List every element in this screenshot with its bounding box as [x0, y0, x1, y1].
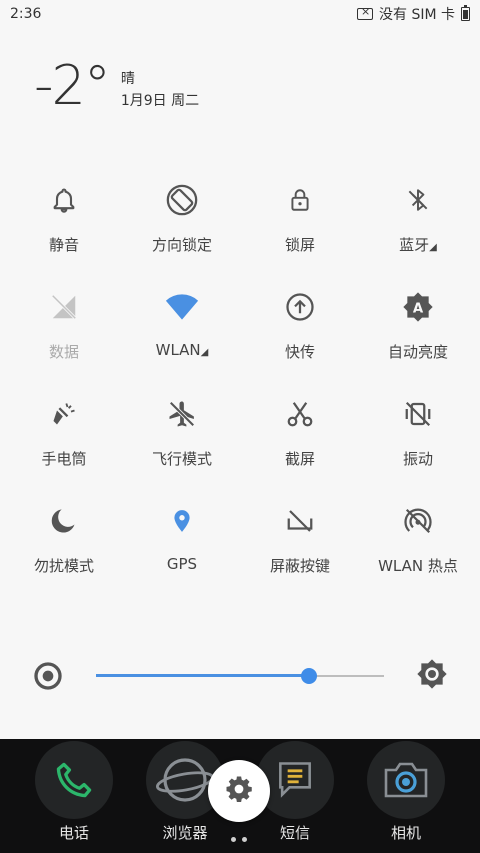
- dock-item-phone[interactable]: 电话: [14, 739, 134, 843]
- rotation-lock-icon: [162, 180, 202, 220]
- tile-lock-screen-label: 锁屏: [284, 236, 315, 254]
- brightness-track-fill: [96, 674, 310, 677]
- page-dot: [242, 837, 247, 842]
- tile-silent[interactable]: 静音: [5, 168, 123, 275]
- tile-rotation-lock-label: 方向锁定: [151, 236, 212, 254]
- weather-widget[interactable]: -2° 晴 1月9日 周二: [34, 58, 199, 114]
- expand-caret-icon: ◢: [200, 347, 209, 358]
- hotspot-off-icon: [398, 501, 438, 541]
- brightness-high-icon: [416, 658, 448, 694]
- tile-lock-screen[interactable]: 锁屏: [241, 168, 359, 275]
- weather-condition: 晴: [120, 71, 135, 87]
- page-indicator: [231, 837, 247, 842]
- tile-mobile-data[interactable]: 数据: [5, 275, 123, 382]
- quick-settings-grid: 静音 方向锁定 锁屏 蓝牙◢ 数据 WLAN◢ 快传 A 自动亮度 手电筒 飞行…: [0, 168, 480, 596]
- tile-bluetooth-label: 蓝牙◢: [399, 236, 437, 254]
- tile-rotation-lock[interactable]: 方向锁定: [123, 168, 241, 275]
- tile-bluetooth[interactable]: 蓝牙◢: [359, 168, 477, 275]
- tile-flashlight[interactable]: 手电筒: [5, 382, 123, 489]
- tile-screenshot[interactable]: 截屏: [241, 382, 359, 489]
- tile-auto-brightness-label: 自动亮度: [387, 343, 448, 361]
- weather-details: 晴 1月9日 周二: [121, 68, 199, 112]
- tile-do-not-disturb[interactable]: 勿扰模式: [5, 489, 123, 596]
- settings-button[interactable]: [208, 760, 270, 822]
- tile-flashlight-label: 手电筒: [41, 450, 87, 468]
- dock-item-camera[interactable]: 相机: [346, 739, 466, 843]
- tile-airplane[interactable]: 飞行模式: [123, 382, 241, 489]
- battery-icon: [461, 5, 470, 21]
- vibrate-off-icon: [398, 394, 438, 434]
- weather-date: 1月9日 周二: [120, 93, 200, 109]
- tile-do-not-disturb-label: 勿扰模式: [33, 557, 94, 575]
- block-keys-icon: [280, 501, 320, 541]
- tile-hotspot[interactable]: WLAN 热点: [359, 489, 477, 596]
- mobile-data-icon: [44, 287, 84, 327]
- svg-text:A: A: [413, 301, 424, 316]
- tile-auto-brightness[interactable]: A 自动亮度: [359, 275, 477, 382]
- brightness-thumb[interactable]: [301, 668, 318, 684]
- dock-label-phone: 电话: [58, 824, 89, 842]
- bluetooth-off-icon: [398, 180, 438, 220]
- tile-vibrate[interactable]: 振动: [359, 382, 477, 489]
- status-bar: 2:36 没有 SIM 卡: [0, 0, 480, 28]
- location-pin-icon: [162, 501, 202, 541]
- lock-icon: [280, 180, 320, 220]
- tile-wlan[interactable]: WLAN◢: [123, 275, 241, 382]
- gear-icon: [224, 774, 254, 808]
- wifi-icon: [162, 287, 202, 327]
- tile-mobile-data-label: 数据: [48, 343, 79, 361]
- expand-caret-icon: ◢: [429, 242, 437, 253]
- no-sim-icon: [357, 5, 373, 20]
- quick-share-icon: [280, 287, 320, 327]
- tile-block-keys[interactable]: 屏蔽按键: [241, 489, 359, 596]
- bell-icon: [44, 180, 84, 220]
- status-right: 没有 SIM 卡: [357, 4, 470, 24]
- tile-hotspot-label: WLAN 热点: [378, 557, 458, 575]
- tile-gps-label: GPS: [166, 555, 198, 573]
- status-time: 2:36: [10, 6, 42, 22]
- tile-gps[interactable]: GPS: [123, 489, 241, 596]
- dock-label-browser: 浏览器: [162, 824, 208, 842]
- status-sim-text: 没有 SIM 卡: [379, 7, 455, 23]
- airplane-off-icon: [162, 394, 202, 434]
- phone-icon: [35, 741, 113, 819]
- brightness-slider[interactable]: [0, 656, 480, 696]
- moon-icon: [44, 501, 84, 541]
- dock-label-camera: 相机: [390, 824, 421, 842]
- brightness-low-icon: [32, 660, 64, 696]
- dock-label-sms: 短信: [279, 824, 310, 842]
- tile-vibrate-label: 振动: [402, 450, 433, 468]
- tile-silent-label: 静音: [48, 236, 79, 254]
- auto-brightness-icon: A: [398, 287, 438, 327]
- temperature: -2°: [34, 54, 111, 117]
- scissors-icon: [280, 394, 320, 434]
- tile-quick-share-label: 快传: [284, 343, 315, 361]
- flashlight-icon: [44, 394, 84, 434]
- tile-block-keys-label: 屏蔽按键: [269, 557, 330, 575]
- camera-icon: [367, 741, 445, 819]
- page-dot: [231, 837, 236, 842]
- tile-wlan-label: WLAN◢: [155, 341, 209, 359]
- tile-airplane-label: 飞行模式: [151, 450, 212, 468]
- tile-screenshot-label: 截屏: [284, 450, 315, 468]
- tile-quick-share[interactable]: 快传: [241, 275, 359, 382]
